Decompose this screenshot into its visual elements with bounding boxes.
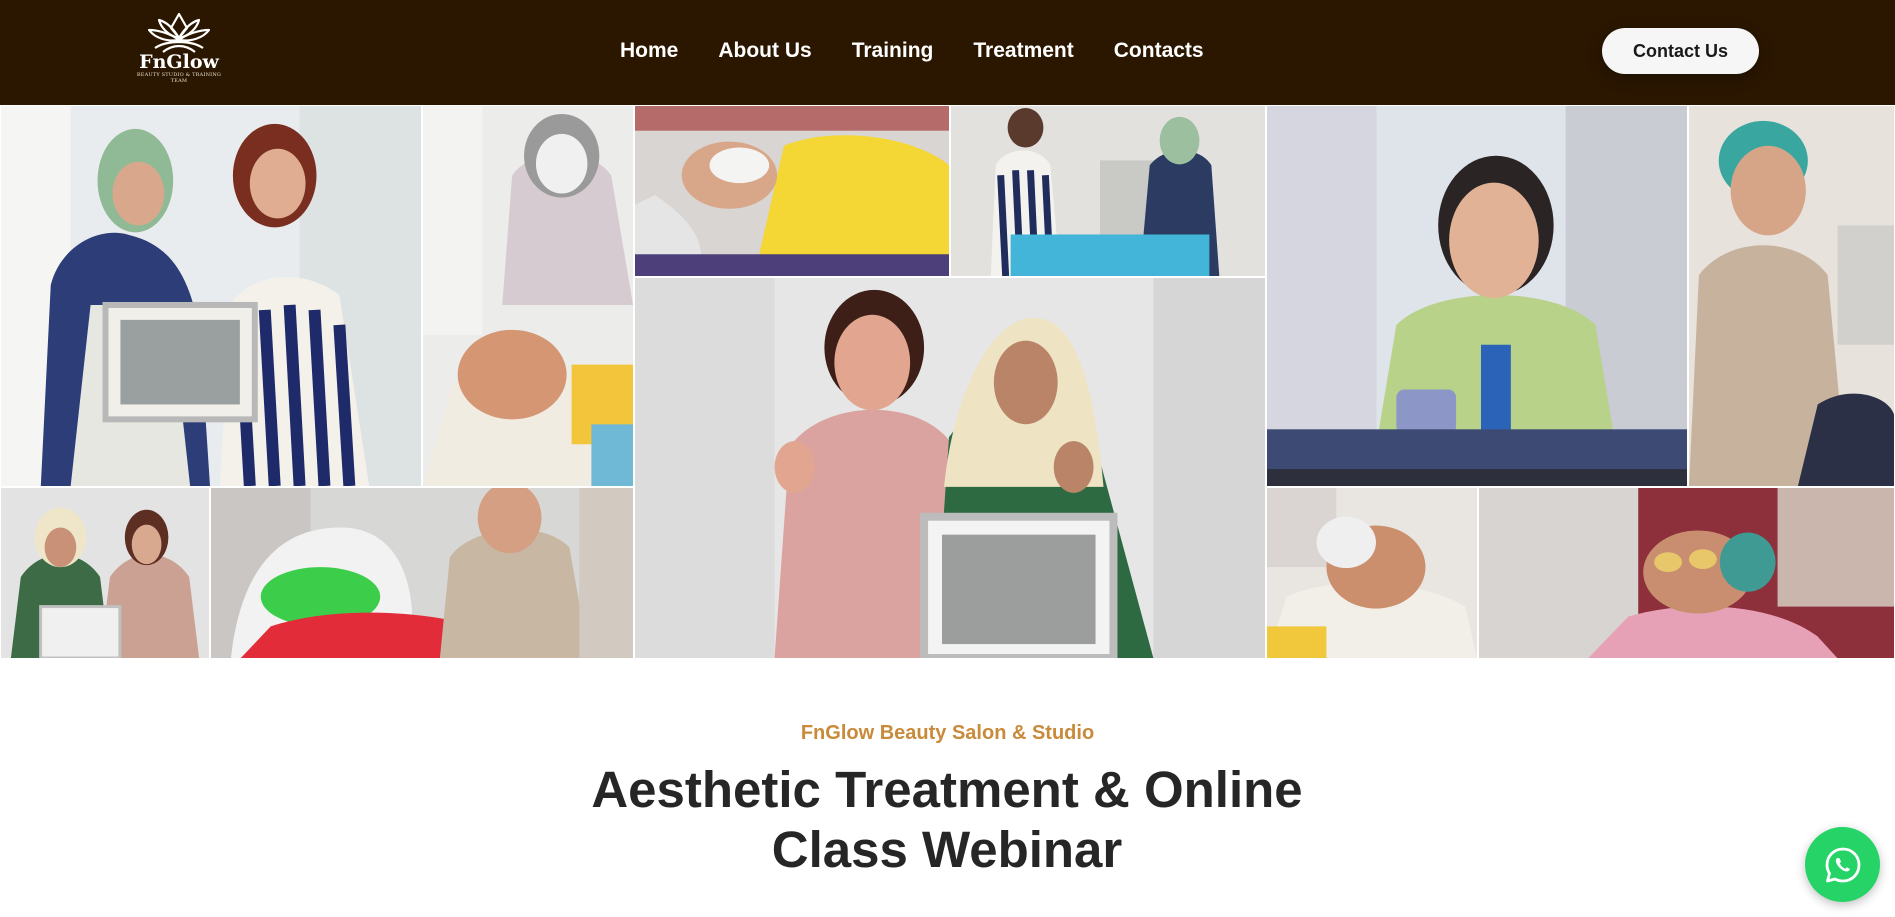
photo-collage — [0, 105, 1895, 659]
site-header: FnGlow BEAUTY STUDIO & TRAINING TEAM Hom… — [0, 0, 1895, 105]
collage-photo-video-call — [1266, 105, 1688, 487]
collage-photo-client-smile — [1266, 487, 1478, 659]
contact-us-button[interactable]: Contact Us — [1602, 28, 1759, 74]
brand-logo[interactable]: FnGlow BEAUTY STUDIO & TRAINING TEAM — [136, 10, 222, 90]
collage-photo-facial-smile — [422, 105, 634, 487]
brand-tagline: BEAUTY STUDIO & TRAINING TEAM — [136, 72, 222, 84]
whatsapp-icon — [1825, 847, 1860, 882]
hero-headline: Aesthetic Treatment & Online Class Webin… — [591, 761, 1303, 878]
collage-photo-training-session — [950, 105, 1266, 277]
collage-photo-certificate-duo — [0, 105, 422, 487]
collage-photo-eye-treatment — [1478, 487, 1895, 659]
collage-photo-yellow-towel-mask — [634, 105, 950, 277]
lotus-logo-icon — [147, 12, 211, 53]
nav-item-contacts[interactable]: Contacts — [1114, 36, 1204, 66]
brand-name: FnGlow — [139, 51, 219, 73]
collage-photo-led-therapy — [210, 487, 634, 659]
collage-photo-thumbs-up-small — [0, 487, 210, 659]
nav-item-home[interactable]: Home — [620, 36, 678, 66]
nav-item-training[interactable]: Training — [852, 36, 934, 66]
main-nav: Home About Us Training Treatment Contact… — [620, 36, 1204, 66]
nav-item-about-us[interactable]: About Us — [718, 36, 811, 66]
whatsapp-button[interactable] — [1805, 827, 1880, 902]
collage-photo-certificate-thumbs-up — [634, 277, 1266, 659]
collage-photo-practitioner — [1688, 105, 1895, 487]
hero-kicker: FnGlow Beauty Salon & Studio — [800, 722, 1095, 744]
nav-item-treatment[interactable]: Treatment — [973, 36, 1073, 66]
